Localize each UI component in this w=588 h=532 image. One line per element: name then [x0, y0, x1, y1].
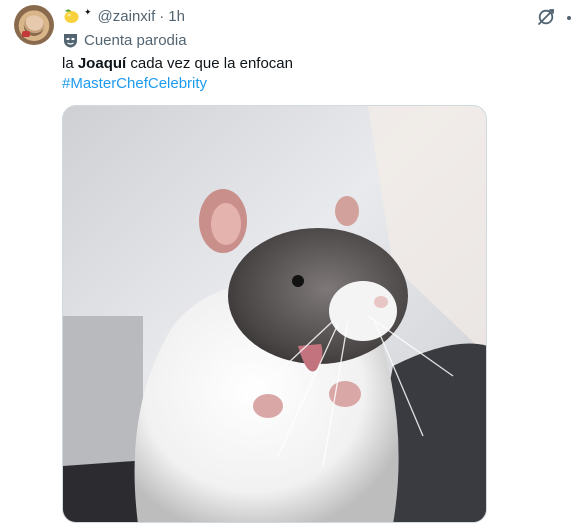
avatar-detail [22, 31, 30, 37]
tweet-header: ✦ @zainxif · 1h [62, 6, 185, 26]
star-icon: ✦ [84, 6, 92, 17]
tweet-text: la Joaquí cada vez que la enfocan [62, 54, 293, 74]
tweet: ✦ @zainxif · 1h Cuenta parodia la Joaquí… [0, 0, 588, 532]
avatar[interactable] [14, 5, 54, 45]
mask-icon [64, 33, 77, 47]
tweet-time[interactable]: 1h [168, 8, 185, 25]
text-prefix: la [62, 55, 78, 72]
separator: · [159, 7, 165, 25]
dots-icon[interactable] [567, 16, 571, 20]
rat-photo [63, 106, 486, 522]
grok-icon[interactable] [536, 7, 556, 27]
parody-label-row: Cuenta parodia [62, 30, 187, 50]
text-suffix: cada vez que la enfocan [126, 55, 293, 72]
lemon-icon [64, 9, 79, 23]
user-handle[interactable]: @zainxif [98, 8, 156, 25]
text-bold: Joaquí [77, 55, 127, 72]
tweet-media[interactable] [62, 105, 487, 523]
parody-label: Cuenta parodia [84, 31, 187, 49]
hashtag-link[interactable]: #MasterChefCelebrity [62, 74, 207, 94]
